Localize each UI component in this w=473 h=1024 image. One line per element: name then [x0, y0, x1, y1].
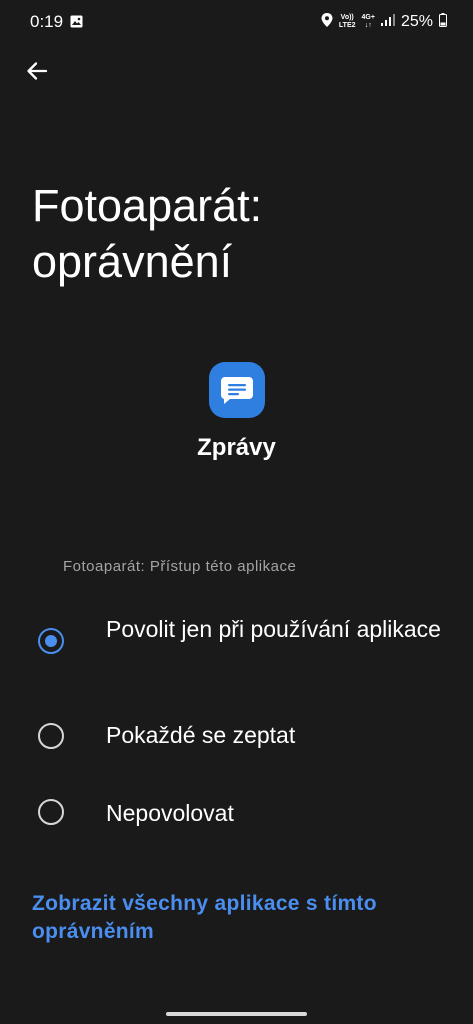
data-indicator: 4G+ ↓↑	[362, 14, 375, 30]
option-ask-every-time[interactable]: Pokaždé se zeptat	[0, 712, 473, 762]
battery-icon	[439, 12, 447, 32]
battery-percent: 25%	[400, 13, 433, 30]
arrow-left-icon	[25, 59, 49, 88]
radio-button-selected[interactable]	[38, 628, 64, 654]
signal-icon	[380, 13, 395, 31]
messages-icon	[209, 362, 265, 418]
status-bar: 0:19 Vo)) LTE2 4G+ ↓↑ 25%	[0, 0, 473, 46]
radio-button[interactable]	[38, 799, 64, 825]
page-title: Fotoaparát: oprávnění	[32, 180, 263, 287]
status-icons: Vo)) LTE2 4G+ ↓↑ 25%	[321, 11, 447, 33]
permission-section-label: Fotoaparát: Přístup této aplikace	[63, 558, 297, 575]
volte-label: Vo))	[340, 14, 354, 21]
data-arrows-label: ↓↑	[364, 22, 372, 29]
lte-label: LTE2	[338, 22, 356, 29]
radio-button[interactable]	[38, 723, 64, 749]
show-all-apps-link[interactable]: Zobrazit všechny aplikace s tímto oprávn…	[32, 890, 452, 946]
option-label: Nepovolovat	[106, 800, 234, 826]
option-label: Pokaždé se zeptat	[106, 722, 296, 748]
option-allow-while-using[interactable]: Povolit jen při používání aplikace	[0, 610, 473, 680]
data-type-label: 4G+	[361, 14, 375, 21]
back-button[interactable]	[20, 56, 54, 90]
app-name: Zprávy	[197, 434, 276, 461]
volte-indicator: Vo)) LTE2	[339, 14, 356, 30]
status-time: 0:19	[30, 12, 64, 31]
gallery-icon	[70, 15, 83, 28]
location-icon	[321, 12, 333, 32]
option-label: Povolit jen při používání aplikace	[106, 616, 441, 642]
option-dont-allow[interactable]: Nepovolovat	[0, 787, 473, 837]
home-indicator[interactable]	[166, 1012, 307, 1016]
